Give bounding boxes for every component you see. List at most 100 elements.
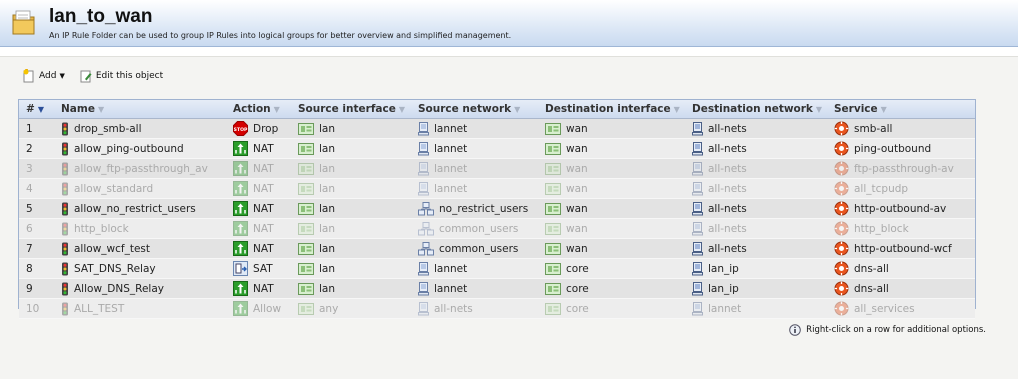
table-row[interactable]: 4 allow_standard NAT lan lannet wan all-nets al… <box>19 179 975 199</box>
table-row[interactable]: 1 drop_smb-all STOP Drop lan lannet wan all-net… <box>19 119 975 139</box>
source-interface: any <box>319 302 339 315</box>
source-network: lannet <box>434 182 468 195</box>
destination-network-cell: all-nets <box>688 141 830 156</box>
destination-interface: wan <box>566 222 588 235</box>
network-host-icon <box>692 121 703 136</box>
column-header-number[interactable]: # ▼ <box>19 103 57 115</box>
rule-name-cell: ALL_TEST <box>57 302 229 316</box>
rule-action: NAT <box>253 282 274 295</box>
source-interface: lan <box>319 202 336 215</box>
rule-name: allow_standard <box>74 182 154 195</box>
rule-action-cell: NAT <box>229 241 294 256</box>
source-interface: lan <box>319 222 336 235</box>
destination-network: all-nets <box>708 122 747 135</box>
rule-action: NAT <box>253 202 274 215</box>
service-icon <box>834 121 849 136</box>
sort-down-icon: ▼ <box>37 104 44 114</box>
service-cell: http-outbound-wcf <box>830 241 973 256</box>
page-title: lan_to_wan <box>49 6 153 27</box>
column-header-source-interface[interactable]: Source interface ▼ <box>294 103 414 115</box>
interface-icon <box>545 142 561 155</box>
destination-interface-cell: wan <box>541 142 688 155</box>
source-interface-cell: any <box>294 302 414 315</box>
source-network: lannet <box>434 282 468 295</box>
network-group-icon <box>418 201 434 216</box>
nat-icon <box>233 241 248 256</box>
destination-interface-cell: core <box>541 282 688 295</box>
edit-object-button[interactable]: Edit this object <box>79 69 163 83</box>
rule-action: NAT <box>253 182 274 195</box>
column-header-destination-interface[interactable]: Destination interface ▼ <box>541 103 688 115</box>
destination-interface-cell: core <box>541 302 688 315</box>
source-network-cell: lannet <box>414 261 541 276</box>
rule-number: 8 <box>26 262 33 275</box>
table-row[interactable]: 9 Allow_DNS_Relay NAT lan lannet core lan_ip dn… <box>19 279 975 299</box>
source-interface-cell: lan <box>294 262 414 275</box>
rule-action: Drop <box>253 122 279 135</box>
page-subtitle: An IP Rule Folder can be used to group I… <box>49 31 512 40</box>
service: ftp-passthrough-av <box>854 162 954 175</box>
add-icon <box>23 69 34 83</box>
nat-icon <box>233 221 248 236</box>
source-interface: lan <box>319 262 336 275</box>
interface-icon <box>298 222 314 235</box>
source-interface: lan <box>319 142 336 155</box>
nat-icon <box>233 141 248 156</box>
destination-network-cell: all-nets <box>688 241 830 256</box>
source-network: no_restrict_users <box>439 202 529 215</box>
table-row[interactable]: 10 ALL_TEST Allow any all-nets core lannet all_… <box>19 299 975 319</box>
folder-icon <box>12 10 35 35</box>
interface-icon <box>298 242 314 255</box>
source-network-cell: lannet <box>414 181 541 196</box>
destination-interface: wan <box>566 202 588 215</box>
destination-network-cell: all-nets <box>688 181 830 196</box>
column-header-service[interactable]: Service ▼ <box>830 103 973 115</box>
rule-number: 9 <box>26 282 33 295</box>
rule-name: allow_no_restrict_users <box>74 202 196 215</box>
source-network: common_users <box>439 242 519 255</box>
source-interface-cell: lan <box>294 162 414 175</box>
rule-name: allow_ping-outbound <box>74 142 184 155</box>
nat-icon <box>233 161 248 176</box>
table-row[interactable]: 3 allow_ftp-passthrough_av NAT lan lannet wan… <box>19 159 975 179</box>
interface-icon <box>298 142 314 155</box>
service: http-outbound-wcf <box>854 242 952 255</box>
rule-name: drop_smb-all <box>74 122 142 135</box>
service-icon <box>834 201 849 216</box>
source-network: lannet <box>434 162 468 175</box>
network-host-icon <box>418 301 429 316</box>
table-row[interactable]: 7 allow_wcf_test NAT lan common_users wan all-… <box>19 239 975 259</box>
chevron-down-icon: ▼ <box>59 72 65 80</box>
rule-number: 4 <box>26 182 33 195</box>
column-header-name[interactable]: Name ▼ <box>57 103 229 115</box>
destination-network: all-nets <box>708 162 747 175</box>
service-icon <box>834 181 849 196</box>
service: dns-all <box>854 282 889 295</box>
rule-name: SAT_DNS_Relay <box>74 262 156 275</box>
table-row[interactable]: 8 SAT_DNS_Relay SAT lan lannet core lan_ip dns-… <box>19 259 975 279</box>
column-header-action[interactable]: Action ▼ <box>229 103 294 115</box>
column-header-source-network[interactable]: Source network ▼ <box>414 103 541 115</box>
rule-action-cell: NAT <box>229 141 294 156</box>
add-button[interactable]: Add ▼ <box>22 69 65 83</box>
rule-action-cell: NAT <box>229 181 294 196</box>
rule-action-cell: Allow <box>229 301 294 316</box>
destination-network-cell: lannet <box>688 301 830 316</box>
destination-interface: wan <box>566 242 588 255</box>
add-button-label: Add <box>39 71 57 81</box>
nat-icon <box>233 201 248 216</box>
source-interface: lan <box>319 282 336 295</box>
table-row[interactable]: 6 http_block NAT lan common_users wan all-nets… <box>19 219 975 239</box>
rule-name: http_block <box>74 222 129 235</box>
table-row[interactable]: 2 allow_ping-outbound NAT lan lannet wan all-n… <box>19 139 975 159</box>
table-row[interactable]: 5 allow_no_restrict_users NAT lan no_restric… <box>19 199 975 219</box>
source-interface-cell: lan <box>294 182 414 195</box>
interface-icon <box>545 202 561 215</box>
footer-hint-text: Right-click on a row for additional opti… <box>806 325 986 335</box>
network-host-icon <box>418 181 429 196</box>
service: ping-outbound <box>854 142 932 155</box>
traffic-light-icon <box>61 142 69 156</box>
column-header-destination-network[interactable]: Destination network ▼ <box>688 103 830 115</box>
grid-body: 1 drop_smb-all STOP Drop lan lannet wan all-net… <box>19 119 975 319</box>
destination-network: all-nets <box>708 182 747 195</box>
